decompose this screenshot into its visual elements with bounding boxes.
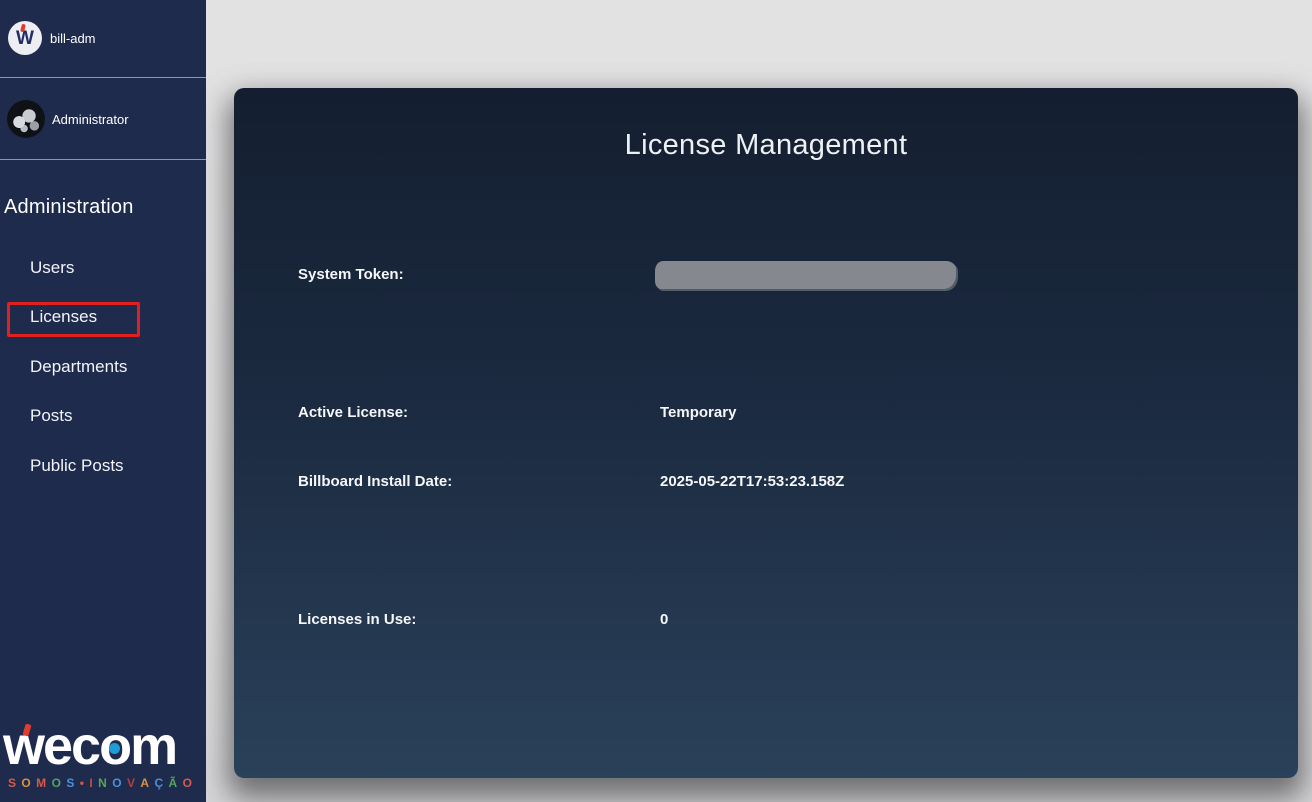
account-row[interactable]: W bill-adm (0, 0, 206, 78)
active-license-value: Temporary (660, 404, 737, 421)
tagline-letter: S (66, 776, 75, 790)
system-token-label: System Token: (298, 266, 404, 283)
page-title: License Management (624, 129, 908, 161)
sidebar-section-title: Administration (4, 196, 134, 218)
tagline-letter: Ã (168, 776, 178, 790)
tagline-letter: O (182, 776, 192, 790)
licenses-in-use-value: 0 (660, 611, 669, 628)
tagline-letter: V (126, 776, 135, 790)
tagline-letter: S (8, 776, 17, 790)
active-license-label: Active License: (298, 404, 409, 421)
licenses-in-use-label: Licenses in Use: (298, 611, 417, 628)
wecom-logo: wecom SOMOS•INOVAÇÃO (0, 718, 206, 802)
sidebar-item-licenses[interactable]: Licenses (30, 296, 97, 338)
sidebar-item-posts[interactable]: Posts (30, 395, 73, 437)
billboard-install-date-value: 2025-05-22T17:53:23.158Z (660, 473, 845, 490)
tagline-letter: I (89, 776, 93, 790)
tagline-letter: A (140, 776, 150, 790)
system-token-redacted-value (655, 261, 956, 289)
logo-word-prefix: wec (3, 716, 101, 776)
tagline-letter: M (36, 776, 47, 790)
main-area: License Management System Token: Active … (206, 0, 1312, 802)
logo-blue-dot-icon (108, 743, 120, 755)
sidebar-item-public-posts[interactable]: Public Posts (30, 445, 124, 487)
sidebar-item-users[interactable]: Users (30, 247, 74, 289)
tagline-letter: O (51, 776, 61, 790)
avatar (7, 100, 45, 138)
logo-word-suffix: m (130, 716, 178, 776)
screen: W bill-adm Administrator Administration … (0, 0, 1312, 802)
wecom-tagline: S O M O S • I N O V A Ç Ã O (8, 776, 192, 790)
user-name: Administrator (52, 112, 129, 127)
tagline-letter: O (21, 776, 31, 790)
logo-word-o: o (99, 718, 132, 774)
license-card: License Management System Token: Active … (234, 88, 1298, 778)
sidebar-item-departments[interactable]: Departments (30, 346, 127, 388)
logo-letter: W (16, 27, 34, 49)
tagline-letter: N (98, 776, 107, 790)
tagline-letter: Ç (154, 776, 164, 790)
billboard-install-date-label: Billboard Install Date: (298, 473, 453, 490)
tagline-letter: • (79, 776, 84, 790)
company-logo-icon: W (8, 21, 42, 55)
account-name: bill-adm (50, 31, 96, 46)
sidebar: W bill-adm Administrator Administration … (0, 0, 206, 802)
tagline-letter: O (112, 776, 122, 790)
